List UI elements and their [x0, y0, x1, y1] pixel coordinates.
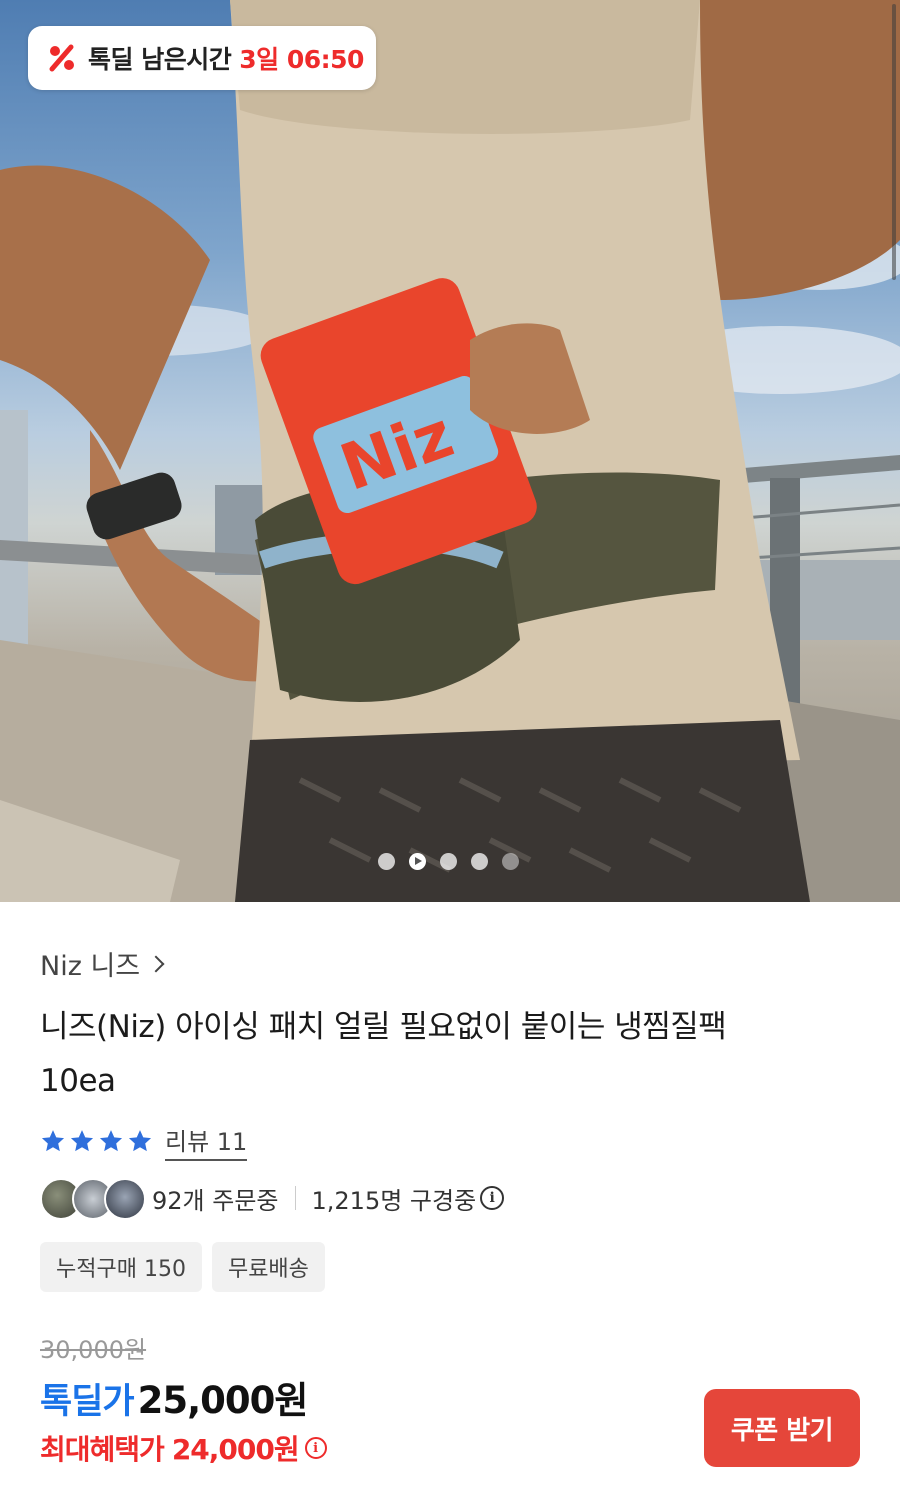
carousel-indicator — [378, 851, 519, 871]
brand-name: Niz 니즈 — [40, 951, 141, 982]
product-title-line1: 니즈(Niz) 아이싱 패치 얼릴 필요없이 붙이는 냉찜질팩 — [40, 1009, 727, 1045]
hero-illustration: Niz — [0, 0, 900, 902]
tag-cumulative-purchases: 누적구매 150 — [40, 1242, 202, 1292]
info-icon[interactable]: i — [480, 1186, 505, 1210]
get-coupon-button[interactable]: 쿠폰 받기 — [704, 1389, 860, 1467]
star-icon — [99, 1130, 123, 1152]
deal-price-row: 톡딜가 25,000원 — [40, 1370, 309, 1424]
review-link[interactable]: 리뷰 11 — [165, 1122, 248, 1161]
chevron-right-icon — [147, 955, 165, 972]
deal-countdown-badge: 톡딜 남은시간 3일 06:50 — [28, 26, 376, 90]
rating-row[interactable]: 리뷰 11 — [40, 1122, 248, 1161]
star-icon — [41, 1130, 65, 1152]
carousel-dot[interactable] — [440, 852, 457, 870]
carousel-dot[interactable] — [502, 852, 519, 870]
product-tags: 누적구매 150 무료배송 — [40, 1242, 325, 1292]
info-icon[interactable]: i — [304, 1437, 327, 1459]
carousel-dot[interactable] — [471, 852, 488, 870]
brand-link[interactable]: Niz 니즈 — [40, 944, 165, 983]
orders-count: 92개 주문중 — [152, 1186, 279, 1215]
max-benefit-row: 최대혜택가 24,000원 i — [40, 1428, 327, 1468]
viewers-count: 1,215명 구경중 — [311, 1186, 477, 1215]
product-title-line2: 10ea — [40, 1063, 116, 1099]
deal-time-remaining: 3일 06:50 — [239, 45, 364, 74]
scrollbar[interactable] — [892, 4, 896, 280]
product-hero-image[interactable]: Niz 톡딜 남은시간 3일 06:50 — [0, 0, 900, 902]
star-icon — [128, 1130, 152, 1152]
deal-price: 25,000원 — [137, 1379, 309, 1422]
carousel-dot[interactable] — [378, 852, 395, 870]
percent-icon — [46, 42, 78, 74]
star-icon — [70, 1130, 94, 1152]
rating-stars — [40, 1128, 153, 1154]
original-price: 30,000원 — [40, 1336, 147, 1364]
carousel-dot-video-icon[interactable] — [409, 852, 426, 870]
deal-price-label: 톡딜가 — [40, 1382, 135, 1422]
tag-free-shipping: 무료배송 — [211, 1242, 325, 1292]
deal-badge-label: 톡딜 남은시간 — [88, 45, 232, 74]
max-benefit-label: 최대혜택가 — [40, 1433, 165, 1466]
buyer-avatars — [40, 1176, 146, 1220]
divider — [294, 1186, 296, 1210]
social-proof-row: 92개 주문중 1,215명 구경중 i — [40, 1176, 505, 1220]
avatar — [104, 1178, 146, 1220]
product-title: 니즈(Niz) 아이싱 패치 얼릴 필요없이 붙이는 냉찜질팩 10ea — [40, 1000, 860, 1108]
max-benefit-price: 24,000원 — [171, 1433, 300, 1466]
